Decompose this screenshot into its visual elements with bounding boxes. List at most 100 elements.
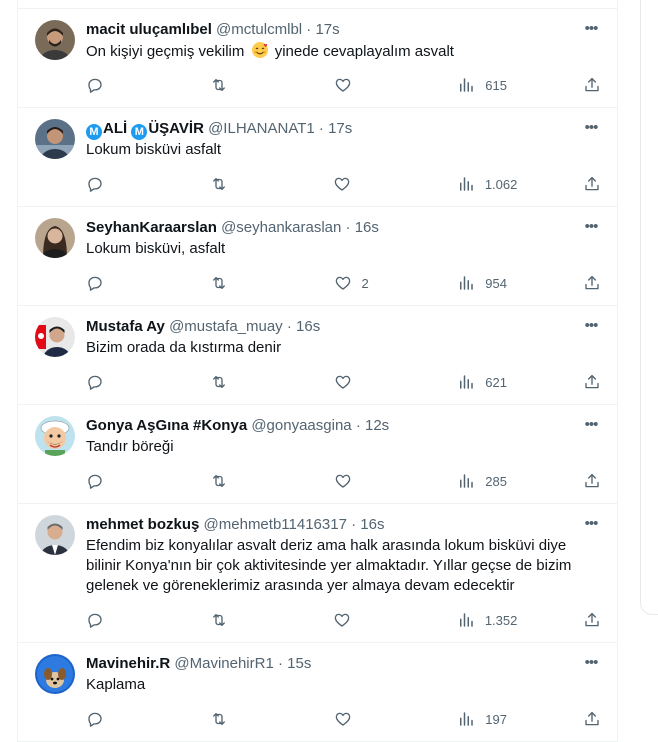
reply-button[interactable] [86, 710, 146, 728]
tweet[interactable]: Mavinehir.R @MavinehirR1 · 15s Kaplama •… [18, 643, 617, 742]
retweet-button[interactable] [210, 611, 270, 629]
tweet-header: M ALİ M ÜŞAVİR @ILHANANAT1 · 17s [86, 119, 601, 140]
views-icon [457, 611, 475, 629]
retweet-icon [210, 274, 228, 292]
display-name[interactable]: Gonya AşGına #Konya [86, 417, 247, 434]
share-icon [583, 710, 601, 728]
avatar[interactable] [35, 654, 75, 694]
like-button[interactable] [333, 611, 393, 629]
avatar[interactable] [35, 218, 75, 258]
retweet-icon [210, 710, 228, 728]
tweet[interactable]: Mustafa Ay @mustafa_muay · 16s Bizim ora… [18, 306, 617, 405]
avatar[interactable] [35, 119, 75, 159]
timestamp[interactable]: 17s [328, 120, 352, 137]
like-button[interactable] [334, 76, 394, 94]
tweet[interactable]: M ALİ M ÜŞAVİR @ILHANANAT1 · 17s Lokum bis… [18, 108, 617, 207]
reply-button[interactable] [86, 611, 146, 629]
like-button[interactable] [334, 373, 394, 391]
display-name[interactable]: SeyhanKaraarslan [86, 219, 217, 236]
tweet[interactable]: SeyhanKaraarslan @seyhankaraslan · 16s L… [18, 207, 617, 306]
like-button[interactable] [333, 175, 393, 193]
heart-icon [333, 611, 351, 629]
retweet-button[interactable] [210, 175, 270, 193]
timestamp[interactable]: 17s [315, 21, 339, 38]
more-icon[interactable]: ••• [581, 417, 601, 434]
like-button[interactable]: 2 [334, 274, 394, 292]
letter-badge-icon: M [131, 124, 148, 140]
tweet[interactable]: mehmet bozkuş @mehmetb11416317 · 16s Efe… [18, 504, 617, 643]
tweet[interactable]: macit uluçamlıbel @mctulcmlbl · 17s On k… [18, 9, 617, 108]
reply-icon [86, 611, 104, 629]
retweet-button[interactable] [210, 710, 270, 728]
more-icon[interactable]: ••• [581, 516, 601, 533]
smiling-face-with-hearts-icon [251, 41, 269, 59]
share-button[interactable] [581, 76, 601, 94]
tweet-text: Kaplama [86, 676, 146, 693]
retweet-button[interactable] [210, 76, 270, 94]
retweet-button[interactable] [210, 472, 270, 490]
handle[interactable]: @mustafa_muay [169, 318, 283, 335]
tweet-actions: 285 [86, 469, 601, 493]
views-button[interactable]: 1.062 [457, 175, 517, 193]
more-icon[interactable]: ••• [581, 120, 601, 137]
avatar[interactable] [35, 317, 75, 357]
share-button[interactable] [581, 710, 601, 728]
share-button[interactable] [581, 274, 601, 292]
display-name[interactable]: macit uluçamlıbel [86, 21, 212, 38]
views-button[interactable]: 621 [457, 373, 517, 391]
heart-icon [334, 373, 352, 391]
like-button[interactable] [334, 710, 394, 728]
reply-button[interactable] [86, 274, 146, 292]
more-icon[interactable]: ••• [581, 21, 601, 38]
reply-icon [86, 175, 104, 193]
handle[interactable]: @MavinehirR1 [174, 655, 273, 672]
share-icon [583, 373, 601, 391]
like-button[interactable] [334, 472, 394, 490]
reply-icon [86, 76, 104, 94]
views-button[interactable]: 197 [457, 710, 517, 728]
avatar[interactable] [35, 515, 75, 555]
reply-button[interactable] [86, 472, 146, 490]
tweet-text: Lokum bisküvi asfalt [86, 141, 222, 158]
reply-button[interactable] [86, 76, 146, 94]
handle[interactable]: @seyhankaraslan [221, 219, 341, 236]
views-count: 285 [485, 473, 507, 489]
handle[interactable]: @ILHANANAT1 [208, 120, 315, 137]
tweet[interactable]: Gonya AşGına #Konya @gonyaasgina · 12s T… [18, 405, 617, 504]
reply-button[interactable] [86, 175, 146, 193]
retweet-button[interactable] [210, 274, 270, 292]
more-icon[interactable]: ••• [581, 318, 601, 335]
avatar[interactable] [35, 20, 75, 60]
more-icon[interactable]: ••• [581, 655, 601, 672]
reply-button[interactable] [86, 373, 146, 391]
timestamp[interactable]: 16s [355, 219, 379, 236]
display-name[interactable]: M ALİ M ÜŞAVİR [86, 120, 204, 140]
handle[interactable]: @mehmetb11416317 [204, 516, 347, 533]
views-count: 197 [485, 711, 507, 727]
share-button[interactable] [581, 373, 601, 391]
share-button[interactable] [581, 611, 601, 629]
tweet-header: Mavinehir.R @MavinehirR1 · 15s [86, 654, 601, 674]
handle[interactable]: @gonyaasgina [251, 417, 351, 434]
display-name[interactable]: Mavinehir.R [86, 655, 170, 672]
retweet-button[interactable] [210, 373, 270, 391]
views-button[interactable]: 285 [457, 472, 517, 490]
views-button[interactable]: 954 [457, 274, 517, 292]
tweet-header: macit uluçamlıbel @mctulcmlbl · 17s [86, 20, 601, 40]
timestamp[interactable]: 16s [296, 318, 320, 335]
share-button[interactable] [581, 472, 601, 490]
display-name[interactable]: mehmet bozkuş [86, 516, 199, 533]
display-name[interactable]: Mustafa Ay [86, 318, 165, 335]
reply-icon [86, 710, 104, 728]
share-button[interactable] [581, 175, 601, 193]
timestamp[interactable]: 12s [365, 417, 389, 434]
more-icon[interactable]: ••• [581, 219, 601, 236]
views-button[interactable]: 1.352 [457, 611, 517, 629]
handle[interactable]: @mctulcmlbl [216, 21, 302, 38]
views-button[interactable]: 615 [457, 76, 517, 94]
views-icon [457, 710, 475, 728]
heart-icon [334, 76, 352, 94]
avatar[interactable] [35, 416, 75, 456]
timestamp[interactable]: 16s [360, 516, 384, 533]
timestamp[interactable]: 15s [287, 655, 311, 672]
